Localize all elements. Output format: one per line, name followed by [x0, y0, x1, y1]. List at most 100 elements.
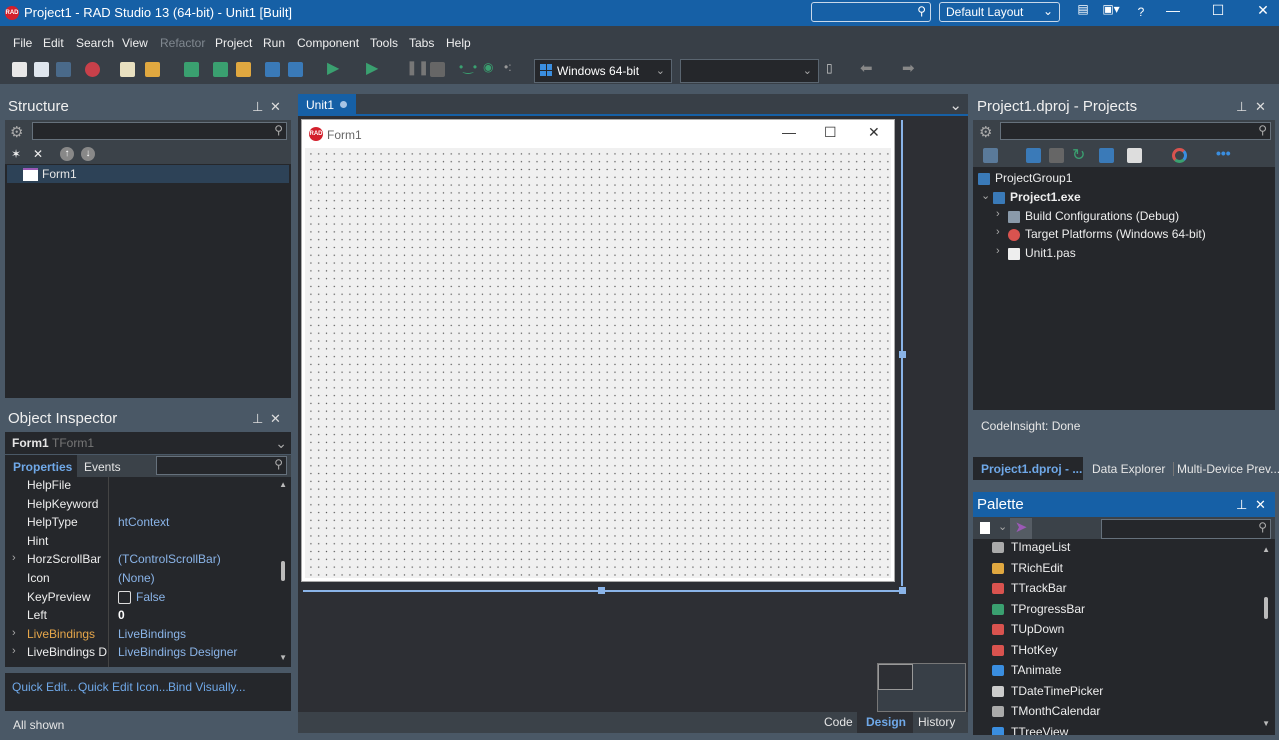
run-without-debug-icon[interactable]: ▶: [366, 58, 378, 78]
navigator-viewport[interactable]: [878, 664, 913, 690]
open-folder-icon[interactable]: [236, 62, 251, 77]
property-row[interactable]: Icon (None): [5, 570, 275, 589]
bind-visually-link[interactable]: Bind Visually...: [168, 680, 246, 694]
expand-icon[interactable]: ›: [12, 627, 16, 639]
palette-item[interactable]: TTreeView: [992, 725, 1068, 735]
quick-edit-link[interactable]: Quick Edit...: [12, 680, 77, 694]
checkbox[interactable]: [118, 590, 131, 604]
palette-item[interactable]: TRichEdit: [992, 561, 1063, 575]
property-row[interactable]: HelpType htContext: [5, 514, 275, 533]
ide-search-input[interactable]: ⚲: [811, 2, 931, 22]
stop-icon[interactable]: [430, 62, 445, 77]
menu-help[interactable]: Help: [446, 36, 471, 50]
forward-icon[interactable]: ➡: [902, 59, 915, 77]
expand-icon[interactable]: ›: [996, 226, 1000, 238]
palette-item[interactable]: TAnimate: [992, 663, 1061, 677]
configure-icon[interactable]: [1127, 148, 1142, 163]
expand-icon[interactable]: ›: [996, 245, 1000, 257]
layout-select[interactable]: Default Layout ⌄: [939, 2, 1060, 22]
palette-item[interactable]: TUpDown: [992, 622, 1064, 636]
tree-item-form1[interactable]: Form1: [7, 165, 289, 183]
menu-project[interactable]: Project: [215, 36, 252, 50]
property-row[interactable]: HelpFile: [5, 477, 275, 496]
expand-icon[interactable]: ›: [996, 208, 1000, 220]
property-row[interactable]: › LiveBindings LiveBindings: [5, 626, 275, 645]
tab-multi-device-preview[interactable]: Multi-Device Prev...: [1173, 462, 1279, 476]
pause-icon[interactable]: ❚❚: [406, 59, 429, 76]
property-value[interactable]: htContext: [118, 515, 169, 529]
tab-unit1[interactable]: Unit1: [298, 94, 356, 114]
collapse-icon[interactable]: ⌄: [981, 189, 990, 202]
pin-icon[interactable]: ⊥: [252, 411, 263, 427]
close-button[interactable]: ✕: [1248, 2, 1278, 19]
tab-properties[interactable]: Properties: [5, 455, 77, 477]
palette-search-input[interactable]: ⚲: [1101, 519, 1271, 539]
form-client-area[interactable]: [305, 148, 891, 578]
close-panel-icon[interactable]: ✕: [270, 411, 281, 427]
run-to-cursor-icon[interactable]: •:: [504, 60, 512, 74]
resize-handle[interactable]: [899, 587, 906, 594]
property-row[interactable]: › LiveBindings Designer LiveBindings Desig…: [5, 644, 275, 663]
platform-select[interactable]: Windows 64-bit ⌄: [534, 59, 672, 83]
pin-icon[interactable]: ⊥: [252, 99, 263, 115]
minimize-button[interactable]: —: [1158, 2, 1188, 18]
property-search-input[interactable]: ⚲: [156, 456, 287, 475]
gear-icon[interactable]: ⚙: [10, 123, 23, 141]
new-items-icon[interactable]: [12, 62, 27, 77]
palette-item[interactable]: TImageList: [992, 540, 1070, 554]
tab-design[interactable]: Design: [857, 712, 913, 733]
property-value[interactable]: 0: [118, 608, 125, 622]
close-panel-icon[interactable]: ✕: [270, 99, 281, 115]
palette-item[interactable]: TMonthCalendar: [992, 704, 1100, 718]
scroll-down-icon[interactable]: ▼: [1262, 719, 1270, 728]
pin-icon[interactable]: ⊥: [1236, 497, 1247, 513]
project-tree-item[interactable]: ProjectGroup1: [973, 170, 1273, 189]
property-value[interactable]: False: [136, 590, 165, 604]
step-over-icon[interactable]: •‿•: [459, 60, 477, 74]
menu-view[interactable]: View: [122, 36, 148, 50]
move-up-icon[interactable]: ↑: [60, 147, 74, 161]
options-icon[interactable]: [1049, 148, 1064, 163]
scroll-up-icon[interactable]: ▲: [279, 480, 287, 489]
open-project-icon[interactable]: [145, 62, 160, 77]
property-row[interactable]: KeyPreview False: [5, 589, 275, 608]
back-icon[interactable]: ⬅: [860, 59, 873, 77]
move-down-icon[interactable]: ↓: [81, 147, 95, 161]
palette-item[interactable]: TDateTimePicker: [992, 684, 1103, 698]
switch-icon[interactable]: [56, 62, 71, 77]
palette-item[interactable]: THotKey: [992, 643, 1058, 657]
menu-edit[interactable]: Edit: [43, 36, 64, 50]
remove-from-project-icon[interactable]: [288, 62, 303, 77]
add-new-project-icon[interactable]: [1026, 148, 1041, 163]
tab-history[interactable]: History: [918, 715, 955, 729]
remove-icon[interactable]: [85, 62, 100, 77]
add-to-project-icon[interactable]: [265, 62, 280, 77]
property-row[interactable]: › HorzScrollBar (TControlScrollBar): [5, 551, 275, 570]
project-tree-item[interactable]: › Build Configurations (Debug): [973, 208, 1273, 227]
sync-icon[interactable]: ↻: [1072, 145, 1085, 165]
property-row[interactable]: HelpKeyword: [5, 496, 275, 515]
new-component-icon[interactable]: [980, 522, 990, 534]
add-icon[interactable]: ✶: [11, 147, 21, 161]
property-row[interactable]: Hint: [5, 533, 275, 552]
scrollbar-thumb[interactable]: [281, 561, 285, 581]
property-value[interactable]: (TControlScrollBar): [118, 552, 221, 566]
projects-search-input[interactable]: ⚲: [1000, 122, 1271, 140]
platforms-icon[interactable]: [1172, 148, 1187, 163]
property-value[interactable]: LiveBindings: [118, 627, 186, 641]
build-icon[interactable]: [1099, 148, 1114, 163]
project-tree-item[interactable]: ⌄ Project1.exe: [973, 189, 1273, 208]
more-icon[interactable]: •••: [1216, 145, 1231, 161]
menu-run[interactable]: Run: [263, 36, 285, 50]
expand-icon[interactable]: ›: [12, 552, 16, 564]
maximize-button[interactable]: ☐: [1203, 2, 1233, 19]
menu-tabs[interactable]: Tabs: [409, 36, 434, 50]
trace-into-icon[interactable]: ◉: [483, 60, 493, 74]
delete-icon[interactable]: ✕: [33, 147, 43, 161]
object-selector[interactable]: Form1 TForm1 ⌄: [5, 432, 291, 454]
pin-icon[interactable]: ⊥: [1236, 99, 1247, 115]
resize-handle[interactable]: [899, 351, 906, 358]
run-icon[interactable]: ▶: [327, 58, 339, 78]
menu-component[interactable]: Component: [297, 36, 359, 50]
activate-icon[interactable]: [983, 148, 998, 163]
